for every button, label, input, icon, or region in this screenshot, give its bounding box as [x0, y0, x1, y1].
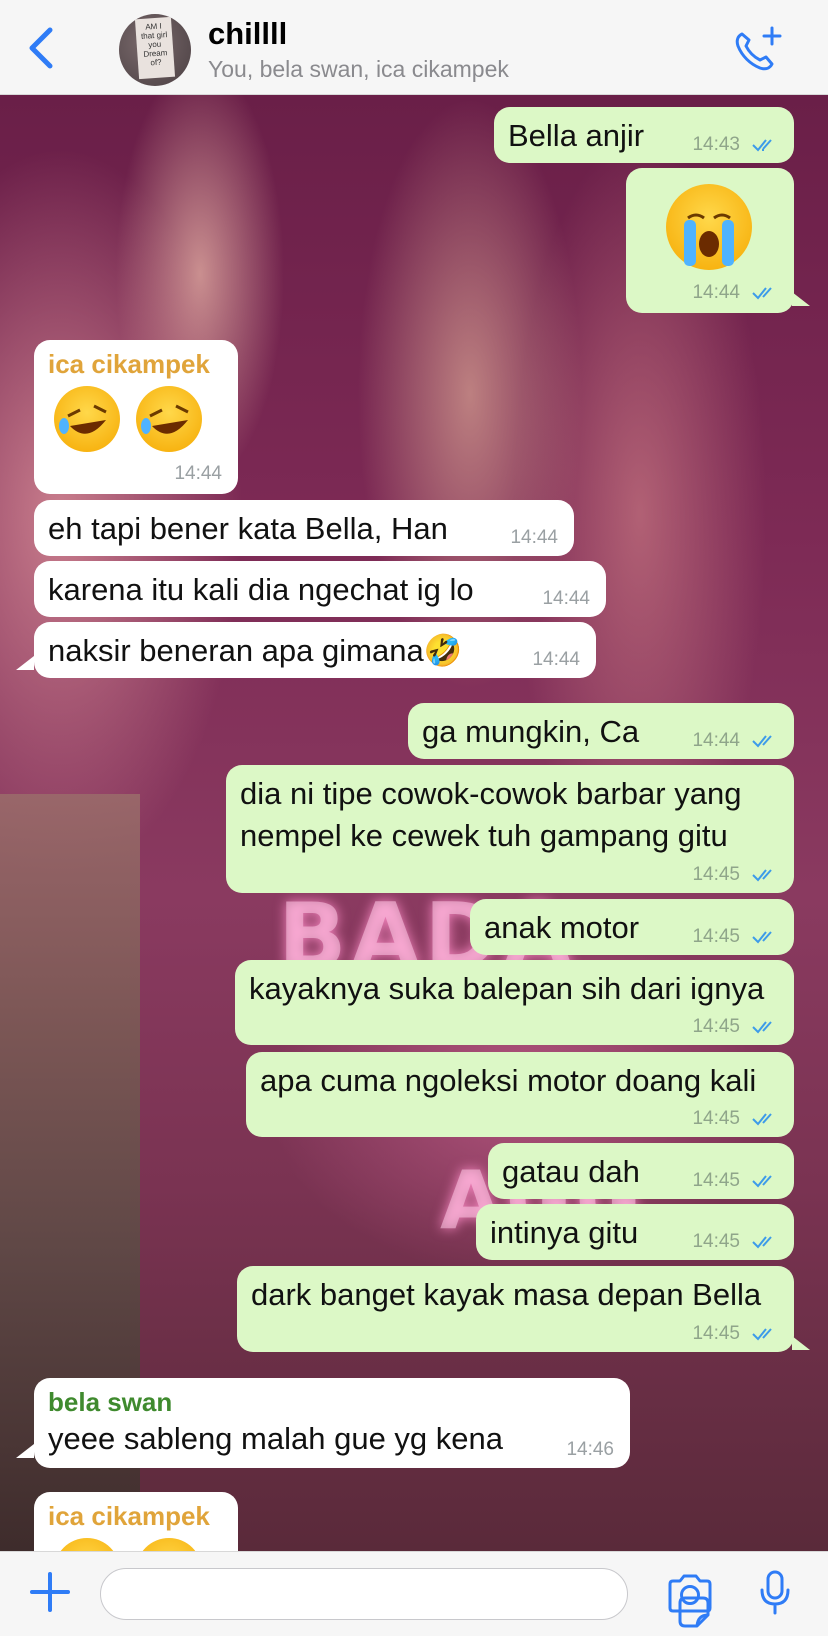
rolling-on-floor-laughing-icon: [54, 386, 120, 452]
message-bubble-incoming[interactable]: eh tapi bener kata Bella, Han 14:44: [34, 500, 574, 556]
message-bubble-outgoing[interactable]: gatau dah 14:45: [488, 1143, 794, 1199]
message-text: eh tapi bener kata Bella, Han: [48, 511, 448, 546]
message-time: 14:46: [566, 1439, 614, 1460]
message-text: intinya gitu: [490, 1215, 639, 1250]
message-time: 14:45: [692, 1323, 740, 1344]
camera-button[interactable]: [666, 1574, 714, 1614]
avatar-image-text: AM Ithat girl you Dream of?: [134, 16, 176, 80]
sender-name: ica cikampek: [48, 1501, 210, 1531]
loudly-crying-face-icon: [666, 184, 752, 270]
message-text: gatau dah: [502, 1154, 640, 1189]
message-time: 14:45: [692, 1231, 740, 1252]
attach-button[interactable]: [28, 1570, 72, 1614]
message-time: 14:44: [542, 588, 590, 609]
bubble-tail: [16, 1444, 34, 1458]
sender-name: bela swan: [48, 1387, 173, 1417]
read-receipt-icon: [752, 287, 772, 300]
chat-participants[interactable]: You, bela swan, ica cikampek: [208, 56, 509, 83]
message-input-container[interactable]: [100, 1568, 710, 1628]
microphone-icon: [760, 1570, 790, 1615]
message-bubble-outgoing[interactable]: dia ni tipe cowok-cowok barbar yang nemp…: [226, 765, 794, 893]
message-bubble-outgoing[interactable]: dark banget kayak masa depan Bella 14:45: [237, 1266, 794, 1352]
message-text: Bella anjir: [508, 118, 645, 153]
message-input[interactable]: [117, 1569, 561, 1619]
sender-name: ica cikampek: [48, 349, 210, 379]
message-text: naksir beneran apa gimana🤣: [48, 633, 463, 668]
message-bubble-outgoing[interactable]: intinya gitu 14:45: [476, 1204, 794, 1260]
message-time: 14:43: [692, 134, 740, 155]
message-bubble-outgoing-emoji[interactable]: 14:44: [626, 168, 794, 313]
read-receipt-icon: [752, 1328, 772, 1341]
bubble-tail: [792, 1336, 810, 1350]
message-bubble-incoming[interactable]: bela swan yeee sableng malah gue yg kena…: [34, 1378, 630, 1468]
message-time: 14:45: [692, 1016, 740, 1037]
message-text: apa cuma ngoleksi motor doang kali: [260, 1063, 757, 1098]
message-bubble-outgoing[interactable]: kayaknya suka balepan sih dari ignya 14:…: [235, 960, 794, 1045]
message-text: karena itu kali dia ngechat ig lo: [48, 572, 474, 607]
chat-title[interactable]: chillll: [208, 16, 287, 52]
read-receipt-icon: [752, 931, 772, 944]
chevron-left-icon: [29, 27, 53, 69]
message-time: 14:44: [174, 463, 222, 484]
message-text: yeee sableng malah gue yg kena: [48, 1421, 503, 1456]
plus-icon: [30, 1572, 70, 1612]
message-text: dark banget kayak masa depan Bella: [251, 1277, 762, 1312]
message-bubble-outgoing[interactable]: anak motor 14:45: [470, 899, 794, 955]
read-receipt-icon: [752, 139, 772, 152]
message-text-line: dia ni tipe cowok-cowok barbar yang: [240, 776, 742, 811]
message-time: 14:44: [692, 730, 740, 751]
message-time: 14:44: [510, 527, 558, 548]
message-bubble-outgoing[interactable]: Bella anjir 14:43: [494, 107, 794, 163]
message-bubble-outgoing[interactable]: apa cuma ngoleksi motor doang kali 14:45: [246, 1052, 794, 1137]
message-time: 14:45: [692, 864, 740, 885]
read-receipt-icon: [752, 1236, 772, 1249]
read-receipt-icon: [752, 1113, 772, 1126]
read-receipt-icon: [752, 1175, 772, 1188]
message-time: 14:44: [532, 649, 580, 670]
back-button[interactable]: [22, 24, 62, 72]
add-call-button[interactable]: [732, 26, 784, 74]
rolling-on-floor-laughing-icon: [136, 386, 202, 452]
message-time: 14:45: [692, 1108, 740, 1129]
message-text: ga mungkin, Ca: [422, 714, 640, 749]
add-call-icon: [735, 26, 782, 71]
message-text-line: nempel ke cewek tuh gampang gitu: [240, 818, 728, 853]
message-time: 14:45: [692, 926, 740, 947]
microphone-button[interactable]: [758, 1570, 792, 1616]
read-receipt-icon: [752, 1021, 772, 1034]
message-bubble-incoming[interactable]: naksir beneran apa gimana🤣 14:44: [34, 622, 596, 678]
message-time: 14:45: [692, 1170, 740, 1191]
message-composer-bar: [0, 1551, 828, 1636]
chat-header: AM Ithat girl you Dream of? chillll You, b…: [0, 0, 828, 95]
camera-icon: [668, 1574, 712, 1613]
group-avatar[interactable]: AM Ithat girl you Dream of?: [119, 14, 191, 86]
message-text: kayaknya suka balepan sih dari ignya: [249, 971, 765, 1006]
message-bubble-incoming[interactable]: karena itu kali dia ngechat ig lo 14:44: [34, 561, 606, 617]
message-text: anak motor: [484, 910, 640, 945]
message-bubble-incoming-emoji[interactable]: ica cikampek 14:44: [34, 340, 238, 494]
bubble-tail: [792, 292, 810, 306]
bubble-tail: [16, 656, 34, 670]
read-receipt-icon: [752, 735, 772, 748]
message-bubble-outgoing[interactable]: ga mungkin, Ca 14:44: [408, 703, 794, 759]
read-receipt-icon: [752, 869, 772, 882]
message-time: 14:44: [692, 282, 740, 303]
